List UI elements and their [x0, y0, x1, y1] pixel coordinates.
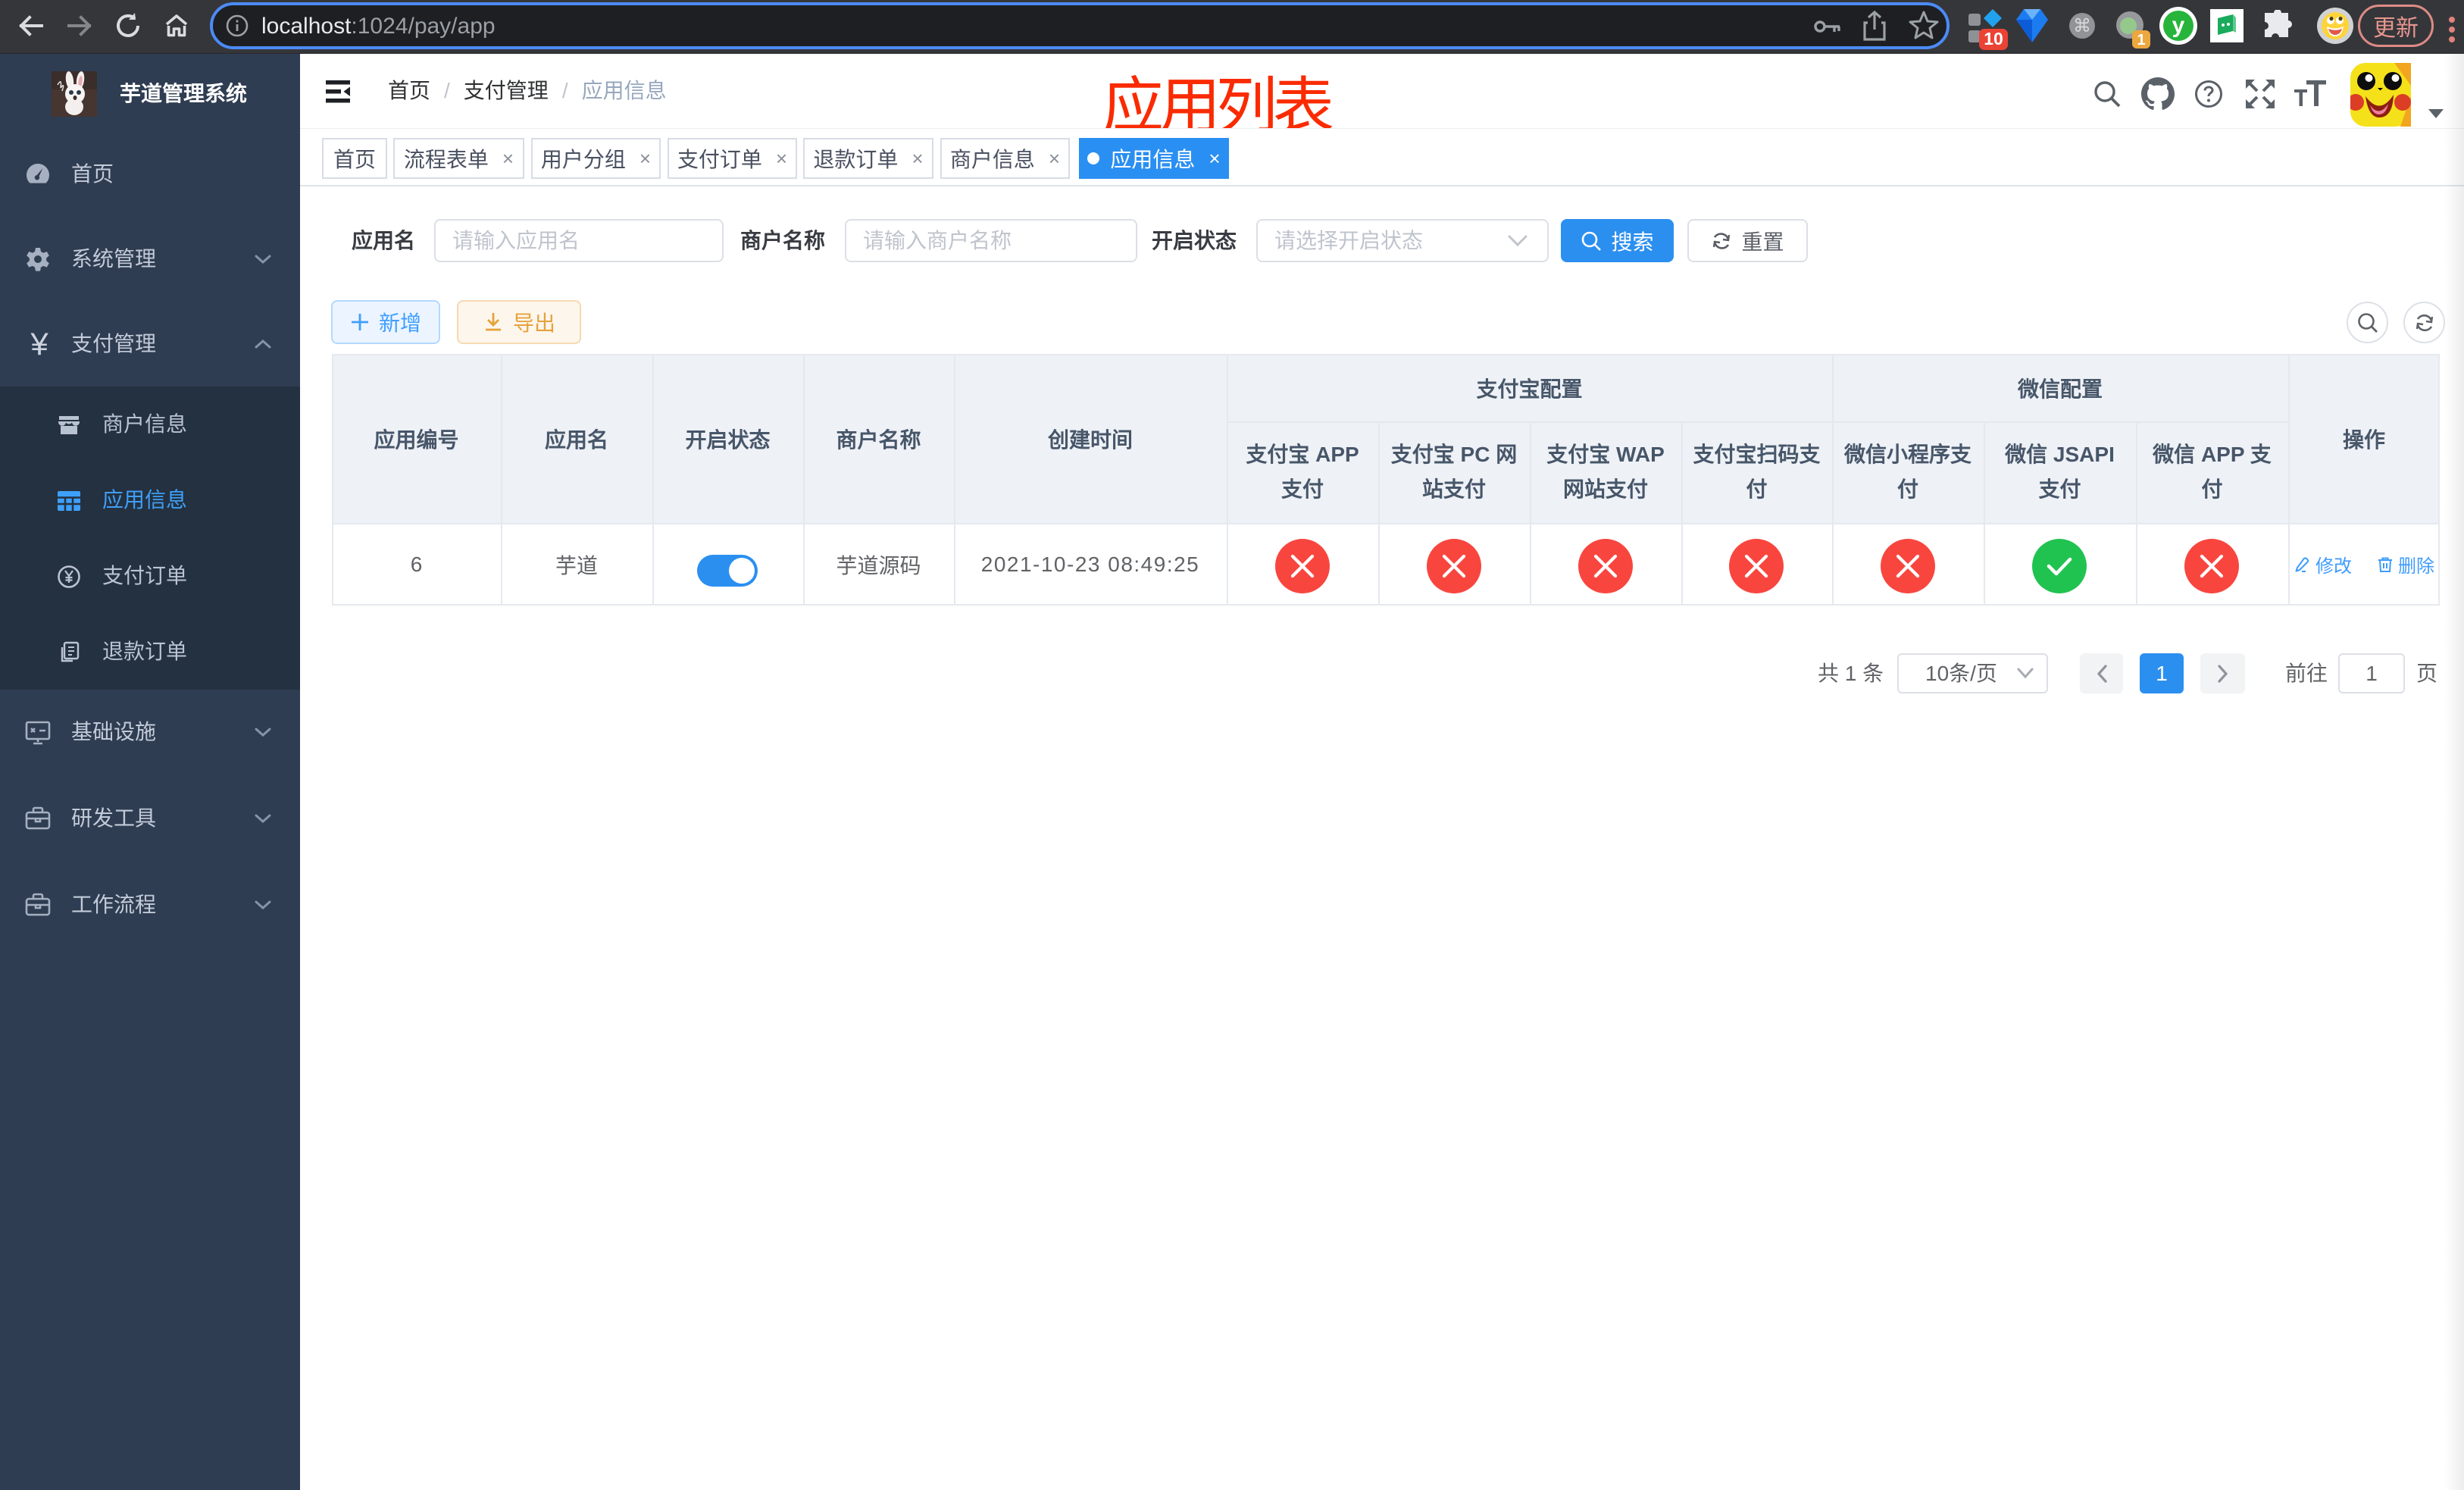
svg-text:y: y: [2172, 13, 2185, 38]
svg-text:10: 10: [1984, 29, 2003, 49]
svg-text:1: 1: [2137, 32, 2145, 49]
svg-text:⌘: ⌘: [2073, 16, 2091, 36]
